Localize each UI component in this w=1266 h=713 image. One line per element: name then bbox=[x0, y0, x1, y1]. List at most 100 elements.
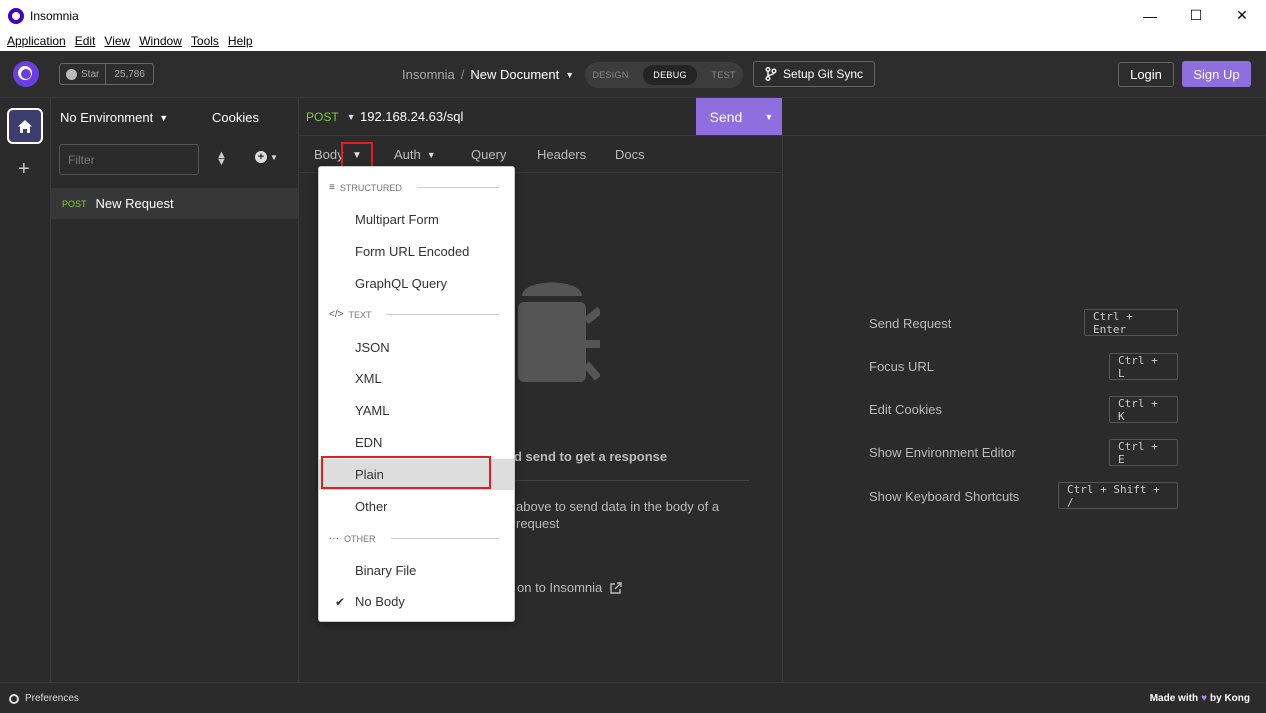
empty-state-body-hint: above to send data in the body of a requ… bbox=[516, 499, 720, 531]
app-header: Star 25,786 Insomnia / New Document ▼ DE… bbox=[0, 51, 1266, 98]
send-button[interactable]: Send ▼ bbox=[696, 98, 782, 135]
shortcut-label-cookies: Edit Cookies bbox=[869, 402, 942, 417]
chevron-down-icon: ▼ bbox=[159, 112, 169, 123]
add-request-dropdown[interactable]: + ▼ bbox=[255, 151, 278, 163]
github-icon bbox=[66, 68, 77, 80]
breadcrumb-root[interactable]: Insomnia bbox=[402, 67, 455, 82]
window-titlebar: Insomnia — ☐ ✕ bbox=[0, 0, 1266, 31]
menubar: Application Edit View Window Tools Help bbox=[0, 31, 1266, 51]
tab-docs[interactable]: Docs bbox=[615, 147, 645, 162]
home-button[interactable] bbox=[7, 108, 43, 144]
url-input[interactable]: 192.168.24.63/sql bbox=[360, 109, 463, 124]
cookies-button[interactable]: Cookies bbox=[212, 110, 259, 125]
tab-body-label: Body bbox=[314, 147, 344, 162]
signup-button[interactable]: Sign Up bbox=[1182, 61, 1251, 87]
chevron-down-icon: ▼ bbox=[270, 152, 278, 162]
gear-icon bbox=[9, 693, 19, 704]
body-option-binary[interactable]: Binary File bbox=[319, 555, 514, 586]
menu-tools[interactable]: Tools bbox=[191, 34, 219, 48]
response-header bbox=[783, 98, 1266, 136]
github-star-label: Star bbox=[81, 68, 100, 80]
github-star-left: Star bbox=[60, 64, 107, 84]
section-divider bbox=[390, 538, 499, 539]
breadcrumb-separator: / bbox=[460, 67, 465, 82]
tab-body[interactable]: Body bbox=[314, 147, 344, 162]
mode-debug[interactable]: DEBUG bbox=[643, 65, 697, 85]
url-bar: POST ▼ 192.168.24.63/sql Send ▼ bbox=[299, 98, 783, 136]
github-star-button[interactable]: Star 25,786 bbox=[59, 63, 154, 85]
shortcut-keys-cookies: Ctrl + K bbox=[1109, 396, 1178, 423]
body-type-dropdown-toggle[interactable]: ▼ bbox=[341, 142, 373, 169]
empty-state-divider bbox=[509, 480, 749, 481]
list-icon: ≡ bbox=[329, 182, 335, 193]
section-text-label: TEXT bbox=[348, 309, 372, 320]
request-name: New Request bbox=[95, 196, 174, 211]
menu-edit[interactable]: Edit bbox=[75, 34, 96, 48]
filter-input[interactable] bbox=[59, 144, 199, 175]
tab-query[interactable]: Query bbox=[471, 147, 506, 162]
empty-state-hint: d send to get a response bbox=[514, 449, 668, 464]
body-option-form-url[interactable]: Form URL Encoded bbox=[319, 236, 514, 267]
section-divider bbox=[416, 187, 499, 188]
body-option-json[interactable]: JSON bbox=[319, 332, 514, 363]
chevron-down-icon[interactable]: ▼ bbox=[565, 70, 574, 80]
body-option-no-body[interactable]: ✔ No Body bbox=[319, 586, 514, 617]
section-other-label: OTHER bbox=[344, 533, 376, 544]
body-option-plain[interactable]: Plain bbox=[319, 459, 514, 490]
menu-help[interactable]: Help bbox=[228, 34, 253, 48]
chevron-down-icon: ▼ bbox=[426, 149, 436, 160]
sidebar: No Environment ▼ Cookies ▲▼ + ▼ POST New… bbox=[51, 98, 299, 682]
send-options-chevron-icon[interactable]: ▼ bbox=[756, 112, 782, 122]
minimize-button[interactable]: — bbox=[1127, 0, 1173, 31]
section-structured-label: STRUCTURED bbox=[339, 182, 402, 193]
body-option-xml[interactable]: XML bbox=[319, 363, 514, 394]
preferences-button[interactable]: Preferences bbox=[9, 693, 79, 704]
login-button[interactable]: Login bbox=[1118, 62, 1174, 87]
body-option-yaml[interactable]: YAML bbox=[319, 395, 514, 426]
method-selector[interactable]: POST ▼ bbox=[306, 110, 356, 124]
section-divider bbox=[386, 314, 499, 315]
request-item[interactable]: POST New Request bbox=[51, 188, 298, 219]
shortcut-keys-send: Ctrl + Enter bbox=[1084, 309, 1178, 336]
tab-auth[interactable]: Auth ▼ bbox=[394, 147, 436, 162]
external-link-icon bbox=[610, 581, 622, 594]
body-option-edn[interactable]: EDN bbox=[319, 427, 514, 458]
tab-headers[interactable]: Headers bbox=[537, 147, 586, 162]
sort-icon[interactable]: ▲ ▼ bbox=[216, 150, 227, 168]
response-pane: Send Request Ctrl + Enter Focus URL Ctrl… bbox=[783, 98, 1266, 682]
add-workspace-icon[interactable]: + bbox=[18, 158, 30, 181]
git-branch-icon bbox=[765, 67, 777, 81]
empty-state-docs-link[interactable]: on to Insomnia bbox=[517, 580, 622, 595]
checkmark-icon: ✔ bbox=[335, 594, 346, 609]
close-button[interactable]: ✕ bbox=[1219, 0, 1265, 31]
method-label: POST bbox=[306, 110, 339, 124]
body-option-other[interactable]: Other bbox=[319, 491, 514, 522]
github-star-count: 25,786 bbox=[114, 68, 145, 80]
insomnia-logo[interactable] bbox=[13, 61, 39, 87]
setup-git-sync-button[interactable]: Setup Git Sync bbox=[753, 61, 875, 87]
shortcut-label-env-editor: Show Environment Editor bbox=[869, 445, 1016, 460]
chevron-down-icon: ▼ bbox=[346, 112, 356, 122]
menu-application[interactable]: Application bbox=[7, 34, 66, 48]
environment-selector[interactable]: No Environment ▼ bbox=[60, 110, 168, 125]
section-other: ··· OTHER bbox=[329, 533, 499, 544]
maximize-button[interactable]: ☐ bbox=[1173, 0, 1219, 31]
body-type-dropdown: ≡ STRUCTURED Multipart Form Form URL Enc… bbox=[318, 166, 515, 622]
made-with-kong[interactable]: Made with ♥ by Kong bbox=[1150, 693, 1250, 704]
shortcut-label-send: Send Request bbox=[869, 316, 952, 331]
menu-view[interactable]: View bbox=[104, 34, 130, 48]
mode-test[interactable]: TEST bbox=[711, 70, 735, 80]
tab-headers-label: Headers bbox=[537, 147, 587, 162]
mode-design[interactable]: DESIGN bbox=[592, 70, 628, 80]
body-option-graphql[interactable]: GraphQL Query bbox=[319, 268, 514, 299]
home-icon bbox=[18, 119, 32, 133]
window-title: Insomnia bbox=[30, 8, 79, 23]
section-text: </> TEXT bbox=[329, 309, 499, 320]
breadcrumb: Insomnia / New Document ▼ bbox=[402, 67, 574, 82]
request-method: POST bbox=[62, 198, 87, 209]
body-option-multipart[interactable]: Multipart Form bbox=[319, 204, 514, 235]
breadcrumb-document[interactable]: New Document bbox=[470, 67, 559, 82]
section-structured: ≡ STRUCTURED bbox=[329, 182, 499, 193]
docs-link-label: on to Insomnia bbox=[517, 580, 603, 595]
menu-window[interactable]: Window bbox=[139, 34, 182, 48]
